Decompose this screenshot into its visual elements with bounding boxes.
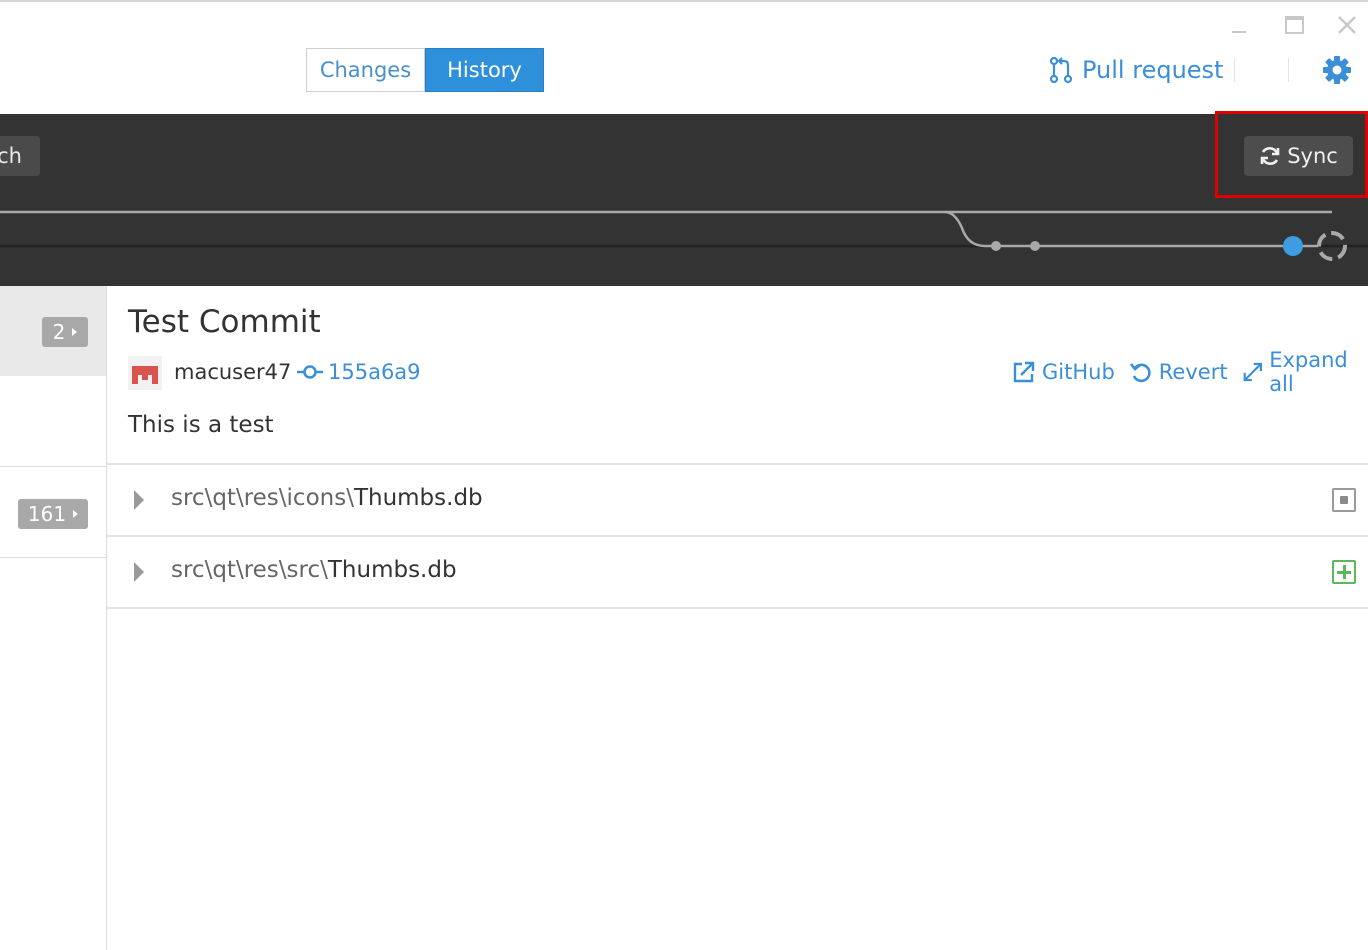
expand-caret-icon[interactable]	[134, 490, 144, 510]
commit-title: Test Commit	[128, 304, 321, 340]
expand-icon	[1243, 362, 1262, 382]
file-row[interactable]: src\qt\res\icons\Thumbs.db	[106, 465, 1368, 535]
open-on-github-button[interactable]: GitHub	[1012, 360, 1115, 384]
file-path: src\qt\res\icons\Thumbs.db	[171, 485, 483, 511]
count-badge[interactable]: 2	[42, 317, 88, 347]
pull-request-button[interactable]: Pull request	[1048, 52, 1223, 88]
header-divider	[1288, 58, 1289, 82]
count-badge[interactable]: 161	[18, 499, 88, 529]
list-divider	[0, 557, 106, 558]
revert-label: Revert	[1158, 360, 1228, 384]
minimize-icon[interactable]	[1230, 24, 1252, 38]
graph-commit-node[interactable]	[1030, 241, 1040, 251]
file-name: Thumbs.db	[353, 485, 483, 511]
graph-commit-node[interactable]	[991, 241, 1001, 251]
file-directory: src\qt\res\src\	[171, 557, 328, 583]
file-added-icon	[1332, 560, 1356, 584]
graph-selected-commit[interactable]	[1283, 236, 1303, 256]
file-name: Thumbs.db	[327, 557, 457, 583]
close-icon[interactable]	[1336, 14, 1358, 36]
revert-icon	[1129, 363, 1151, 383]
play-arrow-icon	[73, 510, 79, 518]
file-directory: src\qt\res\icons\	[171, 485, 354, 511]
file-row[interactable]: src\qt\res\src\Thumbs.db	[106, 537, 1368, 607]
gear-icon[interactable]	[1322, 55, 1352, 85]
commit-graph	[0, 210, 1368, 261]
expand-all-button[interactable]: Expand all	[1242, 348, 1368, 396]
avatar	[128, 356, 162, 390]
commit-icon	[297, 365, 323, 379]
commit-actions: GitHub Revert Expand all	[1012, 348, 1368, 396]
file-path: src\qt\res\src\Thumbs.db	[171, 557, 457, 583]
github-label: GitHub	[1042, 360, 1115, 384]
commit-message: This is a test	[128, 412, 274, 438]
expand-all-label: Expand all	[1269, 348, 1348, 396]
sync-highlight-box	[1215, 111, 1368, 198]
maximize-icon[interactable]	[1284, 14, 1306, 36]
branch-button[interactable]: ch	[0, 136, 40, 176]
commit-list	[0, 286, 107, 950]
pull-request-icon	[1049, 56, 1073, 84]
expand-caret-icon[interactable]	[134, 562, 144, 582]
graph-branch-curve	[944, 210, 1290, 248]
file-modified-icon	[1332, 488, 1356, 512]
commit-sha[interactable]: 155a6a9	[328, 360, 421, 384]
play-arrow-icon	[72, 328, 78, 336]
view-tabs: Changes History	[306, 48, 544, 92]
tab-changes[interactable]: Changes	[307, 49, 425, 91]
count-badge-value: 2	[52, 320, 66, 344]
pull-request-label: Pull request	[1082, 56, 1224, 84]
commit-author: macuser47	[174, 360, 292, 384]
count-badge-value: 161	[27, 502, 67, 526]
row-divider	[106, 607, 1368, 609]
revert-button[interactable]: Revert	[1129, 360, 1228, 384]
external-link-icon	[1013, 361, 1035, 383]
list-divider	[0, 466, 106, 467]
window-top-border	[0, 0, 1368, 2]
header-divider	[1234, 58, 1235, 82]
tab-history[interactable]: History	[425, 48, 544, 92]
